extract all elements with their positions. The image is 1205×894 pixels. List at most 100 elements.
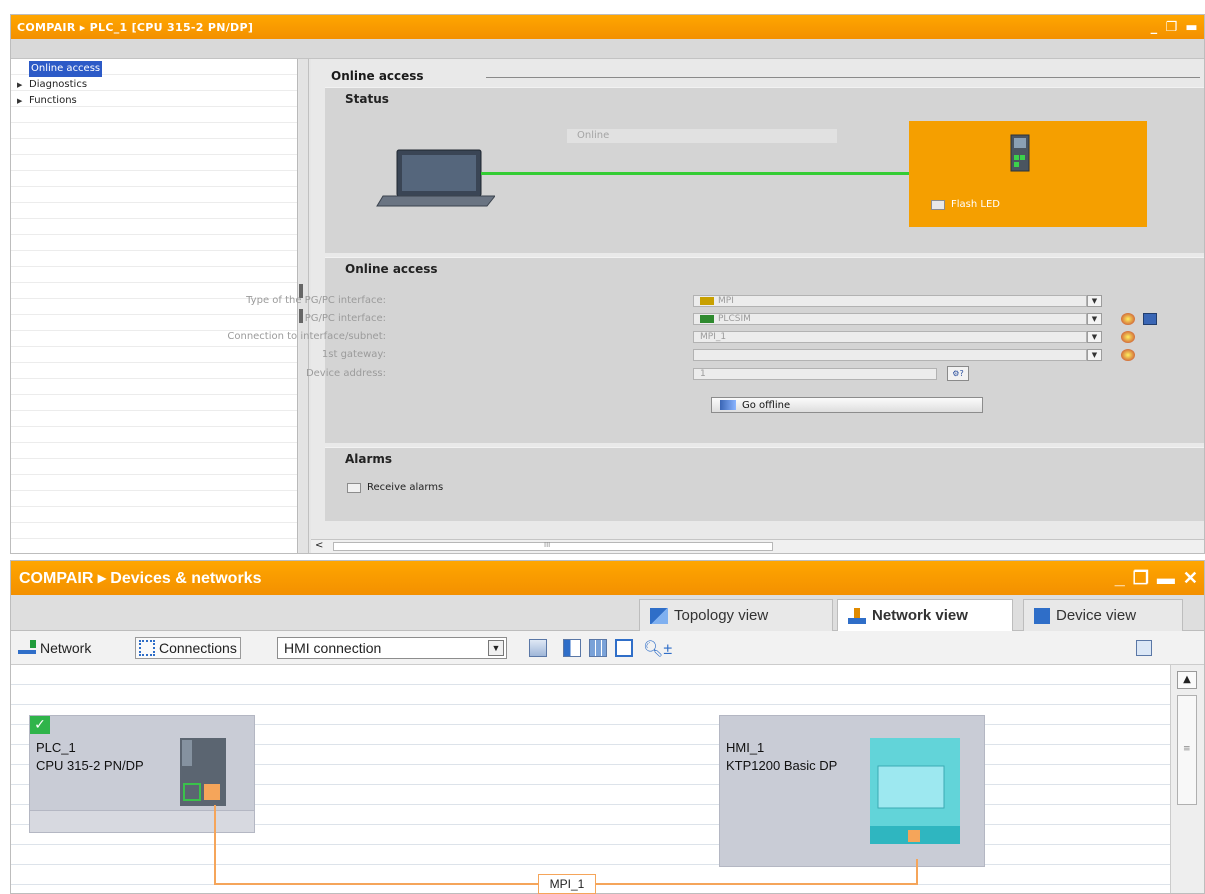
diagnostics-status-icon[interactable] [1121, 349, 1135, 361]
restore-icon[interactable]: ❐ [1165, 20, 1177, 35]
zoom-icon[interactable]: 🔍︎± [643, 639, 672, 659]
scroll-thumb[interactable]: ≡ [1177, 695, 1197, 805]
minimize-icon[interactable]: _ [1115, 568, 1125, 589]
expand-arrow-icon[interactable]: ▶ [17, 77, 25, 93]
device-footer [30, 810, 254, 832]
page-title: Online access [331, 69, 424, 83]
nav-item-label: Functions [29, 95, 77, 106]
bottom-window-breadcrumb: COMPAIR ▸ Devices & networks [19, 570, 262, 587]
online-connection-line [481, 172, 911, 175]
hmi-subnet-drop [916, 859, 918, 884]
online-diagnostics-window: COMPAIR ▸ PLC_1 [CPU 315-2 PN/DP] _ ❐ ▬ … [10, 14, 1205, 554]
tab-label: Network view [872, 607, 968, 624]
nav-item-online-access[interactable]: Online access [17, 61, 291, 77]
diagnostics-status-icon[interactable] [1121, 331, 1135, 343]
maximize-icon[interactable]: ▬ [1185, 20, 1198, 35]
subnet-label[interactable]: MPI_1 [538, 874, 596, 894]
plc-rack-icon [180, 738, 226, 806]
network-button[interactable]: Network [15, 637, 94, 659]
scroll-grip: III [544, 541, 551, 549]
view-tabs-bar: Topology view Network view Device view [11, 595, 1204, 631]
network-label: Network [40, 640, 92, 656]
nav-item-functions[interactable]: ▶ Functions [17, 93, 291, 109]
interface-type-select[interactable]: MPI [693, 295, 1087, 307]
table-view-icon[interactable] [615, 639, 633, 657]
connections-icon [139, 640, 155, 656]
scroll-grip: ≡ [1183, 744, 1191, 754]
tab-device-view[interactable]: Device view [1023, 599, 1183, 631]
panel-toggle-icon[interactable] [1136, 640, 1152, 656]
device-plc[interactable]: ✓ PLC_1 CPU 315-2 PN/DP [29, 715, 255, 833]
chevron-down-icon[interactable]: ▼ [1087, 331, 1102, 343]
device-name: HMI_1 [726, 740, 765, 755]
connection-subnet-select[interactable]: MPI_1 [693, 331, 1087, 343]
pg-pc-interface-value: PLCSIM [718, 314, 751, 324]
device-type: CPU 315-2 PN/DP [36, 758, 144, 773]
device-hmi[interactable]: HMI_1 KTP1200 Basic DP [719, 715, 985, 867]
scroll-up-icon[interactable]: ▲ [1177, 671, 1197, 689]
connection-type-value: HMI connection [284, 640, 382, 656]
device-address-value: 1 [700, 369, 706, 379]
first-gateway-select[interactable] [693, 349, 1087, 361]
chevron-down-icon[interactable]: ▼ [1087, 349, 1102, 361]
flash-led-option[interactable]: Flash LED [931, 199, 1000, 210]
diagnostics-status-icon[interactable] [1121, 313, 1135, 325]
accessible-devices-icon[interactable]: ⚙? [947, 366, 969, 381]
interface-type-value: MPI [718, 296, 734, 306]
tab-network-view[interactable]: Network view [837, 599, 1013, 631]
heading-divider [486, 77, 1200, 78]
status-card: Status Online Flash LED [325, 87, 1204, 253]
expand-arrow-icon[interactable]: ▶ [17, 93, 25, 109]
network-overview-icon[interactable] [563, 639, 581, 657]
go-offline-label: Go offline [742, 399, 791, 411]
maximize-icon[interactable]: ▬ [1157, 568, 1175, 589]
connection-subnet-label: Connection to interface/subnet: [227, 331, 386, 342]
tab-label: Topology view [674, 607, 769, 624]
alarms-card: Alarms Receive alarms [325, 447, 1204, 521]
receive-alarms-option[interactable]: Receive alarms [347, 482, 443, 493]
tab-topology-view[interactable]: Topology view [639, 599, 833, 631]
network-canvas[interactable]: ✓ PLC_1 CPU 315-2 PN/DP HMI_1 KTP1200 Ba… [11, 665, 1171, 894]
restore-icon[interactable]: ❐ [1133, 568, 1149, 589]
pg-pc-interface-label: PG/PC interface: [304, 313, 386, 324]
minimize-icon[interactable]: _ [1151, 20, 1158, 35]
nav-item-label: Online access [29, 61, 103, 77]
plc-subnet-drop [214, 805, 216, 884]
show-names-icon[interactable] [529, 639, 547, 657]
pg-pc-interface-select[interactable]: PLCSIM [693, 313, 1087, 325]
network-view-icon [848, 607, 866, 624]
device-view-icon [1034, 607, 1050, 624]
plc-status-box: Flash LED [909, 121, 1147, 227]
expand-right-icon[interactable] [299, 309, 303, 323]
interface-properties-icon[interactable] [1143, 313, 1157, 325]
plc-cpu-icon [1010, 134, 1030, 172]
grid-icon[interactable] [589, 639, 607, 657]
navigation-tree: Online access ▶ Diagnostics ▶ Functions [11, 59, 298, 553]
scroll-left-icon[interactable]: < [315, 540, 323, 551]
horizontal-scrollbar[interactable]: < III [311, 539, 1204, 553]
close-icon[interactable]: ✕ [1183, 568, 1198, 589]
chevron-down-icon[interactable]: ▼ [488, 640, 504, 656]
go-offline-button[interactable]: Go offline [711, 397, 983, 413]
flash-led-label: Flash LED [951, 199, 1000, 210]
device-address-input[interactable]: 1 [693, 368, 937, 380]
top-window-breadcrumb: COMPAIR ▸ PLC_1 [CPU 315-2 PN/DP] [17, 20, 254, 34]
vertical-scrollbar[interactable]: ▲ ≡ [1170, 665, 1204, 893]
status-title: Status [345, 92, 389, 106]
online-access-card: Online access Type of the PG/PC interfac… [227, 257, 1204, 443]
top-window-titlebar: COMPAIR ▸ PLC_1 [CPU 315-2 PN/DP] _ ❐ ▬ [11, 15, 1204, 39]
connection-type-select[interactable]: HMI connection ▼ [277, 637, 507, 659]
chevron-down-icon[interactable]: ▼ [1087, 295, 1102, 307]
device-address-label: Device address: [305, 368, 386, 379]
nav-item-diagnostics[interactable]: ▶ Diagnostics [17, 77, 291, 93]
panel-splitter[interactable] [299, 59, 309, 553]
receive-alarms-checkbox[interactable] [347, 482, 361, 493]
connections-button[interactable]: Connections [135, 637, 241, 659]
scroll-thumb[interactable]: III [333, 541, 773, 551]
chevron-down-icon[interactable]: ▼ [1087, 313, 1102, 325]
topology-icon [650, 607, 668, 624]
flash-led-checkbox[interactable] [931, 199, 945, 210]
devices-networks-window: COMPAIR ▸ Devices & networks _ ❐ ▬ ✕ Top… [10, 560, 1205, 894]
nav-item-label: Diagnostics [29, 79, 88, 90]
alarms-title: Alarms [345, 452, 393, 466]
